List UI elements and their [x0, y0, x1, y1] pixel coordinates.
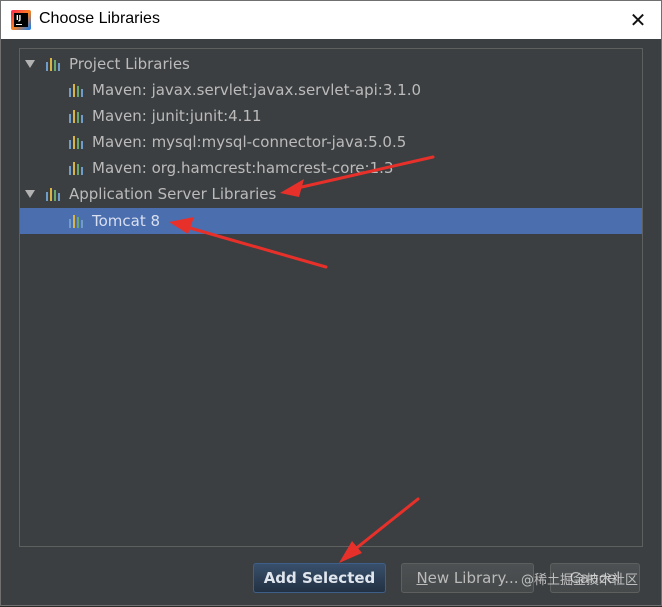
close-button[interactable]: ✕ — [615, 1, 661, 39]
tree-item-label: Maven: mysql:mysql-connector-java:5.0.5 — [92, 133, 407, 151]
watermark-text: @稀土掘金技术社区 — [521, 573, 639, 588]
dialog-title: Choose Libraries — [39, 10, 160, 27]
choose-libraries-dialog: IJ Choose Libraries ✕ Project Libraries … — [0, 0, 662, 606]
tree-item-junit[interactable]: Maven: junit:junit:4.11 — [20, 103, 642, 129]
library-bars-icon — [69, 136, 85, 149]
mnemonic-n: N — [416, 569, 428, 587]
tree-group-application-server-libraries[interactable]: Application Server Libraries — [20, 181, 642, 207]
library-bars-icon — [69, 110, 85, 123]
expand-triangle-icon[interactable] — [25, 60, 35, 68]
tree-item-label: Maven: javax.servlet:javax.servlet-api:3… — [92, 81, 422, 99]
library-bars-icon — [46, 188, 62, 201]
tree-item-label: Tomcat 8 — [92, 212, 161, 230]
tree-group-project-libraries[interactable]: Project Libraries — [20, 51, 642, 77]
tree-item-label: Maven: junit:junit:4.11 — [92, 107, 262, 125]
title-bar[interactable]: IJ Choose Libraries ✕ — [1, 1, 661, 39]
new-library-label-rest: ew Library... — [427, 569, 519, 587]
libraries-tree[interactable]: Project Libraries Maven: javax.servlet:j… — [19, 48, 643, 547]
library-bars-icon — [46, 58, 62, 71]
tree-item-servlet-api[interactable]: Maven: javax.servlet:javax.servlet-api:3… — [20, 77, 642, 103]
tree-item-tomcat-8[interactable]: Tomcat 8 — [20, 208, 642, 234]
library-bars-icon — [69, 215, 85, 228]
intellij-idea-icon: IJ — [11, 10, 31, 30]
tree-item-hamcrest-core[interactable]: Maven: org.hamcrest:hamcrest-core:1.3 — [20, 155, 642, 181]
library-bars-icon — [69, 162, 85, 175]
expand-triangle-icon[interactable] — [25, 190, 35, 198]
tree-item-label: Maven: org.hamcrest:hamcrest-core:1.3 — [92, 159, 394, 177]
tree-item-mysql-connector[interactable]: Maven: mysql:mysql-connector-java:5.0.5 — [20, 129, 642, 155]
library-bars-icon — [69, 84, 85, 97]
tree-group-label: Project Libraries — [69, 55, 190, 73]
add-selected-button[interactable]: Add Selected — [253, 563, 386, 593]
new-library-button[interactable]: New Library... — [401, 563, 534, 593]
tree-group-label: Application Server Libraries — [69, 185, 277, 203]
